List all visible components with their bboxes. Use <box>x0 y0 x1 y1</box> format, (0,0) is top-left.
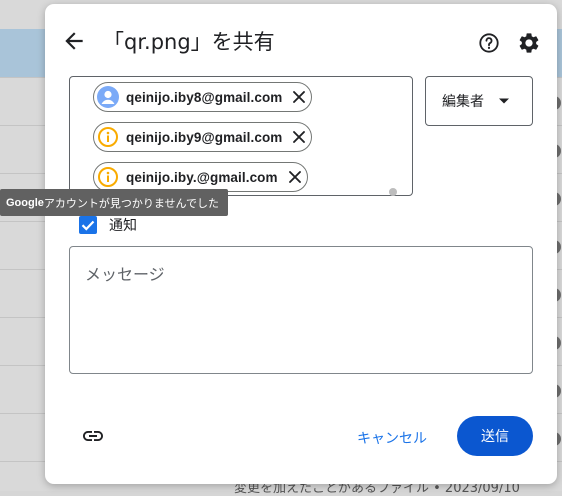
dialog-title: 「qr.png」を共有 <box>103 30 275 54</box>
account-not-found-tooltip: Google アカウントが見つかりませんでした <box>0 189 228 216</box>
recipient-email: qeinijo.iby8@gmail.com <box>126 89 283 105</box>
dropdown-arrow-icon <box>499 98 509 104</box>
recipient-chip[interactable]: qeinijo.iby8@gmail.com <box>93 82 313 112</box>
send-button[interactable]: 送信 <box>457 416 533 456</box>
help-button[interactable] <box>478 32 500 54</box>
person-avatar-icon <box>97 86 119 108</box>
recipient-chip[interactable]: qeinijo.iby.@gmail.com <box>93 162 308 192</box>
remove-recipient-button[interactable] <box>286 168 304 186</box>
arrow-back-icon <box>65 32 83 50</box>
tooltip-text: アカウントが見つかりませんでした <box>43 196 220 210</box>
recipients-input[interactable]: qeinijo.iby8@gmail.com qeinijo.iby9@gmai… <box>69 76 413 196</box>
link-icon <box>83 431 103 441</box>
cancel-button[interactable]: キャンセル <box>348 420 436 456</box>
checkmark-icon <box>81 220 95 231</box>
scroll-indicator[interactable] <box>389 188 397 196</box>
message-field[interactable] <box>69 246 533 374</box>
recipient-chip[interactable]: qeinijo.iby9@gmail.com <box>93 122 313 152</box>
recipient-email: qeinijo.iby9@gmail.com <box>126 129 283 145</box>
info-warning-icon <box>97 126 119 148</box>
role-selected-label: 編集者 <box>442 94 484 110</box>
settings-button[interactable] <box>517 31 541 55</box>
remove-recipient-button[interactable] <box>290 128 308 146</box>
share-dialog: 「qr.png」を共有 qeinijo.iby8@gmail.com qeini… <box>45 4 557 484</box>
notify-label: 通知 <box>109 218 137 234</box>
close-icon <box>293 131 306 143</box>
close-icon <box>288 171 301 183</box>
recipient-email: qeinijo.iby.@gmail.com <box>126 169 278 185</box>
tooltip-brand: Google <box>6 196 44 209</box>
copy-link-button[interactable] <box>81 424 105 448</box>
notify-checkbox[interactable] <box>79 216 97 234</box>
gear-icon <box>519 33 539 53</box>
role-select[interactable]: 編集者 <box>425 76 533 126</box>
close-icon <box>293 91 306 103</box>
help-icon <box>479 33 499 53</box>
info-warning-icon <box>97 166 119 188</box>
back-button[interactable] <box>61 28 87 54</box>
remove-recipient-button[interactable] <box>290 88 308 106</box>
